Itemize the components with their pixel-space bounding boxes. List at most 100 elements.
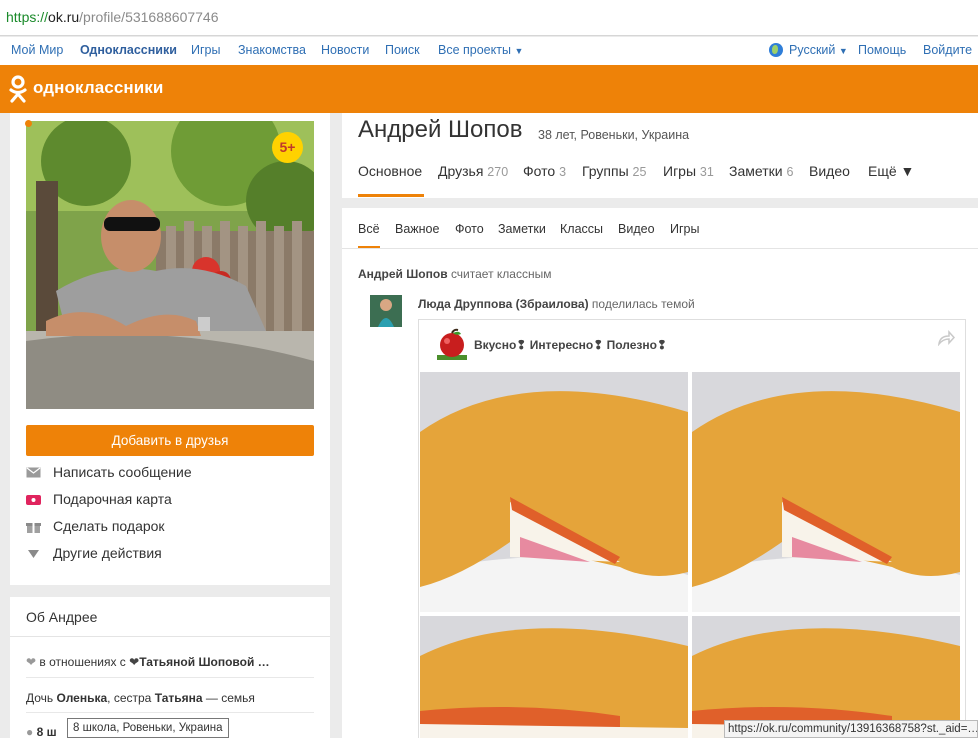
make-gift-label: Сделать подарок (53, 518, 165, 534)
school-tooltip: 8 школа, Ровеньки, Украина (67, 718, 229, 738)
post-image-2[interactable] (692, 372, 960, 612)
tab-notes[interactable]: Заметки 6 (729, 163, 793, 179)
globe-icon (769, 43, 783, 57)
tab-main[interactable]: Основное (358, 163, 422, 179)
feed-tab-important[interactable]: Важное (395, 222, 439, 236)
tab-label: Заметки (729, 163, 783, 179)
portal-link-news[interactable]: Новости (321, 43, 369, 57)
divider (10, 636, 330, 637)
login-link[interactable]: Войдите (923, 43, 972, 57)
tab-groups[interactable]: Группы 25 (582, 163, 646, 179)
site-header: одноклассники (0, 65, 978, 113)
logo-text[interactable]: одноклассники (33, 78, 163, 98)
salad-image (420, 372, 688, 612)
profile-photo[interactable] (26, 121, 314, 409)
tab-count: 270 (487, 165, 509, 179)
tab-more[interactable]: Ещё ▼ (868, 163, 914, 179)
feed-tab-all[interactable]: Всё (358, 222, 380, 236)
feed-share-line: Люда Друппова (Збраилова) поделилась тем… (418, 297, 695, 311)
ok-logo-icon[interactable] (9, 75, 27, 103)
sister-link[interactable]: Татьяна (155, 691, 203, 705)
school-icon: ● (26, 725, 34, 738)
tab-label: Игры (663, 163, 697, 179)
daughter-link[interactable]: Оленька (57, 691, 108, 705)
feed-tab-notes[interactable]: Заметки (498, 222, 546, 236)
school-text: 8 ш (36, 725, 57, 738)
triangle-down-icon (28, 550, 39, 558)
school-row[interactable]: ● 8 ш (26, 725, 57, 738)
hearts-icon: ❤ (26, 655, 37, 669)
portal-nav: Мой Мир Одноклассники Игры Знакомства Но… (0, 37, 978, 65)
url-text[interactable]: https://ok.ru/profile/531688607746 (6, 9, 219, 25)
tab-count: 31 (699, 165, 714, 179)
about-title: Об Андрее (26, 609, 98, 625)
tab-count: 3 (559, 165, 567, 179)
sharer-avatar-image (370, 295, 402, 327)
gift-icon (26, 523, 41, 533)
address-bar[interactable]: https://ok.ru/profile/531688607746 (0, 0, 978, 36)
tab-label: Видео (809, 163, 850, 179)
tab-photos[interactable]: Фото 3 (523, 163, 566, 179)
post-image-1[interactable] (420, 372, 688, 612)
portal-link-all-projects[interactable]: Все проекты ▼ (438, 43, 523, 57)
salad-image (692, 372, 960, 612)
chevron-down-icon: ▼ (514, 46, 524, 56)
post-image-3[interactable] (420, 616, 688, 738)
relationship-prefix: в отношениях с (39, 655, 126, 669)
feed-liker-line: Андрей Шопов считает классным (358, 267, 551, 281)
gift-card-label: Подарочная карта (53, 491, 172, 507)
help-link[interactable]: Помощь (858, 43, 906, 57)
send-message-label: Написать сообщение (53, 464, 192, 480)
sharer-suffix: поделилась темой (591, 297, 695, 311)
tab-label: Друзья (438, 163, 484, 179)
tab-friends[interactable]: Друзья 270 (438, 163, 508, 179)
divider (26, 677, 314, 678)
feed-tab-likes[interactable]: Классы (560, 222, 603, 236)
family-row: Дочь Оленька, сестра Татьяна — семья (26, 691, 255, 705)
chevron-down-icon: ▼ (838, 46, 848, 56)
apple-icon[interactable] (435, 328, 469, 362)
portal-link-games[interactable]: Игры (191, 43, 220, 57)
divider (342, 248, 978, 249)
profile-name: Андрей Шопов (358, 116, 523, 143)
liker-suffix: считает классным (450, 267, 552, 281)
tab-count: 25 (632, 165, 647, 179)
tab-label: Фото (523, 163, 556, 179)
post-title[interactable]: Вкусно❢ Интересно❢ Полезно❢ (474, 338, 667, 352)
portal-link-search[interactable]: Поиск (385, 43, 420, 57)
share-icon[interactable] (937, 330, 955, 346)
tab-label: Ещё ▼ (868, 163, 915, 179)
feed-tab-photos[interactable]: Фото (455, 222, 484, 236)
portal-link-odnoklassniki[interactable]: Одноклассники (80, 43, 177, 57)
feed-tab-video[interactable]: Видео (618, 222, 655, 236)
online-indicator (25, 120, 32, 127)
divider (26, 712, 314, 713)
sharer-avatar[interactable] (370, 295, 402, 327)
url-path: /profile/531688607746 (79, 9, 219, 25)
profile-photo-image (26, 121, 314, 409)
feed-tab-games[interactable]: Игры (670, 222, 699, 236)
url-host: ok.ru (48, 9, 80, 25)
language-label: Русский (789, 43, 836, 57)
url-scheme: https:// (6, 9, 49, 25)
family-prefix: Дочь (26, 691, 54, 705)
active-tab-indicator (358, 194, 424, 197)
tab-label: Основное (358, 163, 423, 179)
partner-link[interactable]: Татьяной Шоповой … (139, 655, 269, 669)
browser-status-url: https://ok.ru/community/13916368758?st._… (724, 720, 978, 738)
tab-video[interactable]: Видео (809, 163, 850, 179)
tab-count: 6 (786, 165, 794, 179)
envelope-icon (26, 467, 41, 478)
profile-meta: 38 лет, Ровеньки, Украина (538, 128, 690, 142)
add-friend-button[interactable]: Добавить в друзья (26, 425, 314, 456)
relationship-row: ❤ в отношениях с ❤Татьяной Шоповой … (26, 655, 270, 669)
language-select[interactable]: Русский ▼ (789, 43, 848, 57)
other-actions-label: Другие действия (53, 545, 162, 561)
portal-link-dating[interactable]: Знакомства (238, 43, 306, 57)
age-badge: 5+ (272, 132, 303, 163)
tab-games[interactable]: Игры 31 (663, 163, 714, 179)
portal-link-moy-mir[interactable]: Мой Мир (11, 43, 63, 57)
sharer-name-link[interactable]: Люда Друппова (Збраилова) (418, 297, 589, 311)
salad-image (420, 616, 688, 738)
liker-name-link[interactable]: Андрей Шопов (358, 267, 448, 281)
